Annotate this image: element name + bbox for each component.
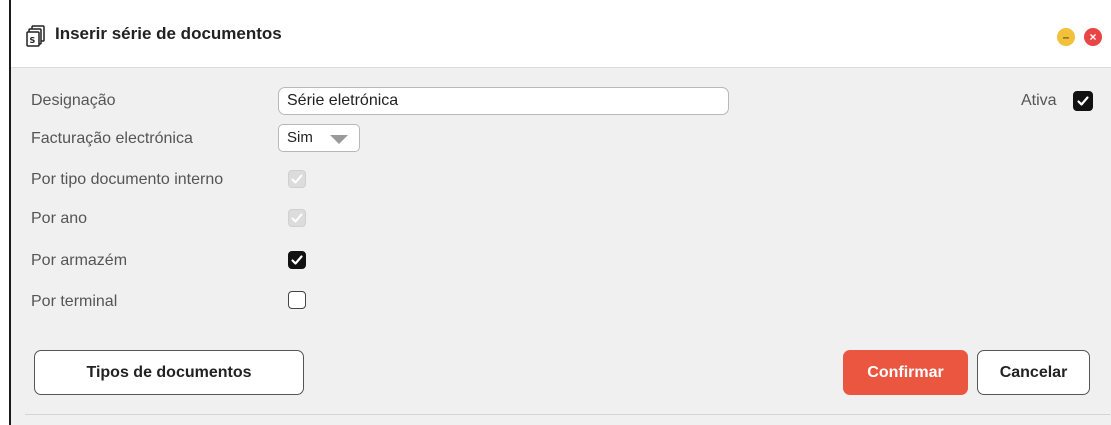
faturacao-label: Facturação electrónica xyxy=(31,130,193,147)
por-armazem-label: Por armazém xyxy=(31,252,128,269)
cancel-button[interactable]: Cancelar xyxy=(977,350,1090,395)
ativa-checkbox[interactable] xyxy=(1073,91,1093,111)
footer-divider xyxy=(25,414,1110,415)
svg-text:S: S xyxy=(30,36,36,45)
dialog-title: Inserir série de documentos xyxy=(55,24,282,43)
faturacao-select[interactable]: Sim xyxy=(278,124,360,152)
chevron-down-icon xyxy=(330,135,348,144)
por-ano-label: Por ano xyxy=(31,210,88,227)
minimize-button[interactable]: – xyxy=(1057,28,1075,46)
faturacao-select-value: Sim xyxy=(287,129,313,146)
por-armazem-checkbox[interactable] xyxy=(288,251,306,269)
document-types-button[interactable]: Tipos de documentos xyxy=(34,350,304,395)
por-tipo-label: Por tipo documento interno xyxy=(31,171,224,188)
ativa-label: Ativa xyxy=(1021,92,1057,109)
por-terminal-checkbox[interactable] xyxy=(288,291,306,309)
close-button[interactable]: × xyxy=(1084,28,1102,46)
por-tipo-checkbox xyxy=(288,170,306,188)
documents-series-icon: S xyxy=(26,25,48,47)
por-ano-checkbox xyxy=(288,209,306,227)
insert-document-series-dialog: S Inserir série de documentos – × Design… xyxy=(9,0,1111,425)
confirm-button[interactable]: Confirmar xyxy=(843,350,968,395)
por-terminal-label: Por terminal xyxy=(31,293,118,310)
designacao-label: Designação xyxy=(31,92,116,109)
designacao-input[interactable] xyxy=(278,87,729,115)
dialog-titlebar: S Inserir série de documentos – × xyxy=(11,0,1111,68)
